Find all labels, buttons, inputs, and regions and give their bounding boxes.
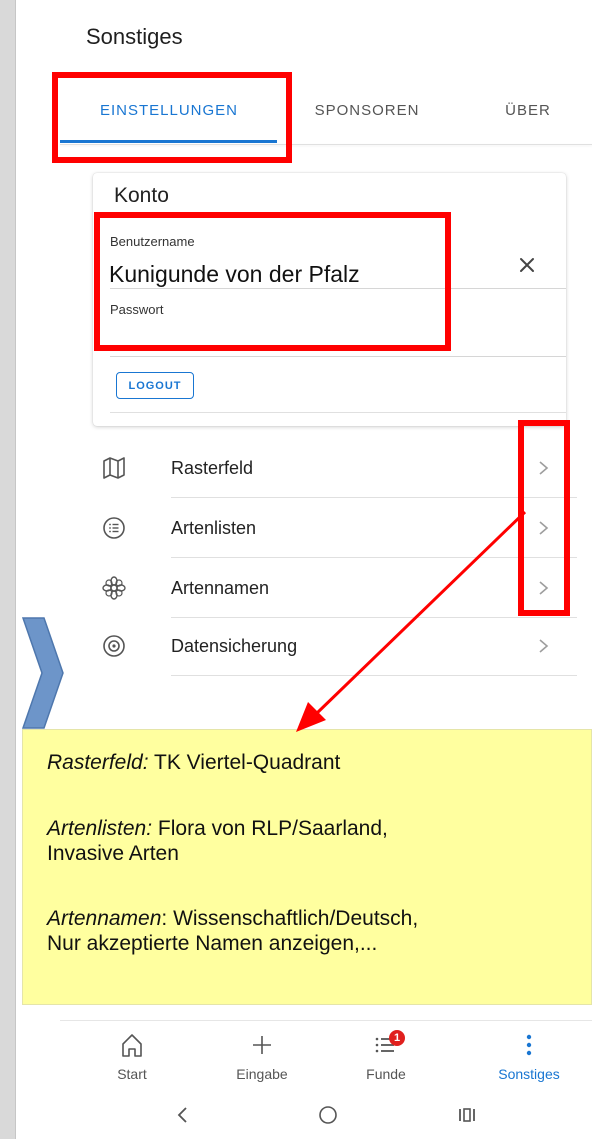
callout-key: Rasterfeld:: [47, 751, 149, 774]
clear-username-button[interactable]: [512, 250, 542, 280]
home-icon: [122, 1034, 142, 1057]
close-icon: [520, 258, 534, 272]
system-home-button[interactable]: [313, 1100, 343, 1130]
system-recents-button[interactable]: [452, 1100, 482, 1130]
chevron-right-icon: [539, 639, 549, 653]
callout-value: TK Viertel-Quadrant: [148, 751, 341, 774]
flower-icon: [102, 576, 126, 600]
list-item-datensicherung[interactable]: Datensicherung: [60, 616, 577, 676]
callout-key: Artennamen: [47, 907, 162, 930]
highlight-box-tab: [52, 72, 292, 163]
notification-badge: 1: [389, 1030, 405, 1046]
annotation-callout: Rasterfeld: TK Viertel-Quadrant Artenlis…: [22, 729, 592, 1005]
system-back-button[interactable]: [168, 1100, 198, 1130]
tab-sponsoren[interactable]: SPONSOREN: [288, 92, 446, 128]
home-circle-icon: [319, 1106, 337, 1124]
nav-label: Sonstiges: [498, 1066, 560, 1082]
blue-chevron-shape: [22, 617, 64, 729]
nav-sonstiges[interactable]: Sonstiges: [484, 1028, 574, 1088]
plus-icon: [253, 1036, 271, 1054]
callout-line-artenlisten: Artenlisten: Flora von RLP/Saarland,: [47, 816, 388, 841]
callout-key: Artenlisten:: [47, 817, 153, 840]
map-icon: [103, 457, 125, 479]
nav-label: Start: [117, 1066, 147, 1082]
list-icon: [103, 517, 125, 539]
nav-label: Funde: [366, 1066, 406, 1082]
page-title: Sonstiges: [86, 24, 183, 49]
backup-icon: [103, 635, 125, 657]
callout-value: Flora von RLP/Saarland,: [152, 817, 388, 840]
logout-button[interactable]: LOGOUT: [116, 372, 194, 399]
callout-value: : Wissenschaftlich/Deutsch,: [161, 907, 419, 930]
password-field[interactable]: [110, 356, 566, 357]
list-item-label: Rasterfeld: [171, 458, 254, 478]
callout-line-artenlisten-cont: Invasive Arten: [47, 842, 179, 865]
nav-funde[interactable]: 1 Funde: [341, 1028, 431, 1088]
list-item-label: Artenlisten: [171, 518, 257, 538]
back-chevron-icon: [177, 1107, 187, 1123]
nav-label: Eingabe: [236, 1066, 288, 1082]
list-item-label: Artennamen: [171, 578, 270, 598]
list-item-artenlisten[interactable]: Artenlisten: [60, 498, 577, 558]
card-divider: [110, 412, 566, 413]
list-item-rasterfeld[interactable]: Rasterfeld: [60, 438, 577, 498]
list-item-label: Datensicherung: [171, 636, 298, 656]
highlight-box-username: [94, 212, 451, 351]
list-divider: [171, 675, 577, 676]
nav-eingabe[interactable]: Eingabe: [217, 1028, 307, 1088]
bottom-nav-divider: [60, 1020, 592, 1021]
account-card-title: Konto: [114, 184, 169, 207]
callout-line-rasterfeld: Rasterfeld: TK Viertel-Quadrant: [47, 750, 340, 775]
list-item-artennamen[interactable]: Artennamen: [60, 558, 577, 618]
recents-icon: [459, 1108, 475, 1122]
highlight-box-chevrons: [518, 420, 570, 616]
callout-line-artennamen: Artennamen: Wissenschaftlich/Deutsch,: [47, 906, 418, 931]
callout-line-artennamen-cont: Nur akzeptierte Namen anzeigen,...: [47, 932, 378, 955]
nav-start[interactable]: Start: [87, 1028, 177, 1088]
tab-ueber[interactable]: ÜBER: [478, 92, 578, 128]
left-frame-strip: [0, 0, 16, 1139]
more-vertical-icon: [526, 1034, 532, 1056]
